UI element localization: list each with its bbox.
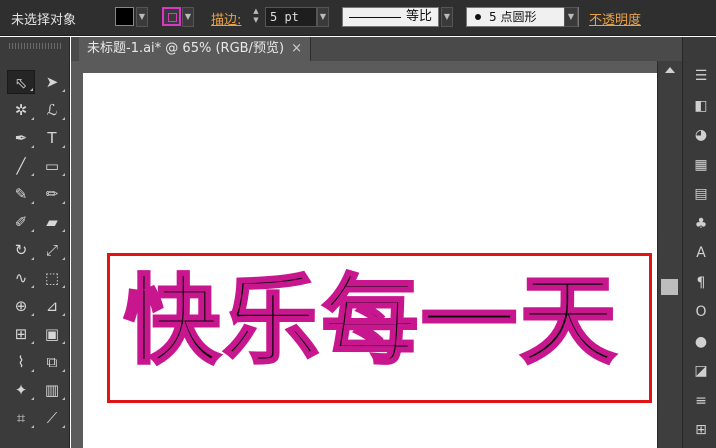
symbol-sprayer-tool-icon[interactable]: ✦ — [7, 378, 35, 402]
color-panel-icon[interactable]: ◧ — [691, 97, 711, 115]
shape-builder-tool-icon[interactable]: ⊕ — [7, 294, 35, 318]
type-tool-icon[interactable]: T — [38, 126, 66, 150]
perspective-grid-tool-icon[interactable]: ⊿ — [38, 294, 66, 318]
gradient-tool-icon[interactable]: ▣ — [38, 322, 66, 346]
artboards-panel-icon[interactable]: ⊞ — [691, 421, 711, 439]
layers-panel-icon[interactable]: ≡ — [691, 392, 711, 410]
pen-tool-icon[interactable]: ✒ — [7, 126, 35, 150]
swatches-panel-icon[interactable]: ▦ — [691, 156, 711, 174]
eraser-tool-icon[interactable]: ▰ — [38, 210, 66, 234]
selection-tool-icon[interactable]: ⬁ — [7, 70, 35, 94]
selection-status-label: 未选择对象 — [11, 13, 77, 28]
artboard-text-object[interactable]: 快乐每一天 — [123, 261, 619, 381]
magic-wand-tool-icon[interactable]: ✲ — [7, 98, 35, 122]
profile-line-preview — [349, 17, 401, 18]
artboard[interactable]: 快乐每一天 — [83, 73, 657, 448]
free-transform-tool-icon[interactable]: ⬚ — [38, 266, 66, 290]
control-bar: 未选择对象 ▼ ▼ 描边: ▲ ▼ 5 pt ▼ 等比 ▼ 5 点圆形 ▼ 不透明… — [0, 0, 716, 36]
document-canvas[interactable]: 快乐每一天 — [71, 61, 657, 448]
stroke-weight-stepper[interactable]: ▲ ▼ — [249, 7, 263, 27]
profile-dropdown-arrow-icon[interactable]: ▼ — [441, 7, 453, 27]
rotate-tool-icon[interactable]: ↻ — [7, 238, 35, 262]
brush-definition-select[interactable]: 5 点圆形 ▼ — [466, 7, 579, 27]
mesh-tool-icon[interactable]: ⊞ — [7, 322, 35, 346]
variable-width-profile-select[interactable]: 等比 — [342, 7, 439, 27]
scrollbar-thumb[interactable] — [661, 279, 678, 295]
close-icon[interactable]: × — [291, 37, 302, 61]
blob-brush-tool-icon[interactable]: ✐ — [7, 210, 35, 234]
stroke-weight-dropdown-arrow-icon[interactable]: ▼ — [317, 7, 329, 27]
illustrator-window: 未选择对象 ▼ ▼ 描边: ▲ ▼ 5 pt ▼ 等比 ▼ 5 点圆形 ▼ 不透明… — [0, 0, 716, 448]
stroke-weight-input[interactable]: 5 pt — [265, 7, 317, 27]
line-tool-icon[interactable]: ╱ — [7, 154, 35, 178]
vertical-scrollbar[interactable] — [657, 61, 682, 448]
profile-label: 等比 — [405, 9, 432, 24]
paintbrush-tool-icon[interactable]: ✎ — [7, 182, 35, 206]
lasso-tool-icon[interactable]: ℒ — [38, 98, 66, 122]
brushes-panel-icon[interactable]: ▤ — [691, 185, 711, 203]
paragraph-panel-icon[interactable]: ¶ — [691, 274, 711, 292]
warp-tool-icon[interactable]: ∿ — [7, 266, 35, 290]
opacity-panel-link[interactable]: 不透明度 — [589, 9, 641, 29]
color-guide-panel-icon[interactable]: ◕ — [691, 126, 711, 144]
tools-panel-grip[interactable] — [9, 43, 61, 49]
column-graph-tool-icon[interactable]: ▥ — [38, 378, 66, 402]
brush-dropdown-arrow-icon[interactable]: ▼ — [564, 7, 578, 27]
panel-dock: ☰ ◧ ◕ ▦ ▤ ♣ A ¶ O ● ◪ ≡ ⊞ — [682, 37, 716, 448]
brush-label: 5 点圆形 — [489, 10, 537, 24]
document-tab-bar: 未标题-1.ai* @ 65% (RGB/预览) × — [71, 37, 682, 61]
panel-menu-icon[interactable]: ☰ — [691, 67, 711, 85]
graphic-styles-panel-icon[interactable]: ◪ — [691, 362, 711, 380]
stroke-panel-link[interactable]: 描边: — [211, 9, 241, 29]
highlight-box: 快乐每一天 — [107, 253, 652, 403]
appearance-panel-icon[interactable]: ● — [691, 333, 711, 351]
brush-dot-icon — [475, 14, 481, 20]
pencil-tool-icon[interactable]: ✏ — [38, 182, 66, 206]
scale-tool-icon[interactable]: ⤢ — [38, 238, 66, 262]
document-tab-title: 未标题-1.ai* @ 65% (RGB/预览) — [87, 41, 285, 56]
scroll-up-arrow-icon[interactable] — [665, 67, 675, 73]
fill-color-swatch[interactable] — [115, 7, 134, 26]
slice-tool-icon[interactable]: ⟋ — [38, 406, 66, 430]
stroke-dropdown-arrow-icon[interactable]: ▼ — [182, 7, 194, 27]
direct-selection-tool-icon[interactable]: ➤ — [38, 70, 66, 94]
symbols-panel-icon[interactable]: ♣ — [691, 215, 711, 233]
eyedropper-tool-icon[interactable]: ⌇ — [7, 350, 35, 374]
fill-dropdown-arrow-icon[interactable]: ▼ — [136, 7, 148, 27]
artboard-tool-icon[interactable]: ⌗ — [7, 406, 35, 430]
blend-tool-icon[interactable]: ⧉ — [38, 350, 66, 374]
document-tab[interactable]: 未标题-1.ai* @ 65% (RGB/预览) × — [79, 37, 311, 61]
stroke-color-swatch[interactable] — [162, 7, 181, 26]
rectangle-tool-icon[interactable]: ▭ — [38, 154, 66, 178]
tools-panel: ⬁ ➤ ✲ ℒ ✒ T ╱ ▭ ✎ ✏ ✐ ▰ ↻ ⤢ ∿ ⬚ ⊕ ⊿ ⊞ ▣ ⌇ ⧉ ✦ ▥ ⌗ ⟋ — [0, 37, 70, 448]
character-panel-icon[interactable]: A — [691, 244, 711, 262]
opentype-panel-icon[interactable]: O — [691, 303, 711, 321]
